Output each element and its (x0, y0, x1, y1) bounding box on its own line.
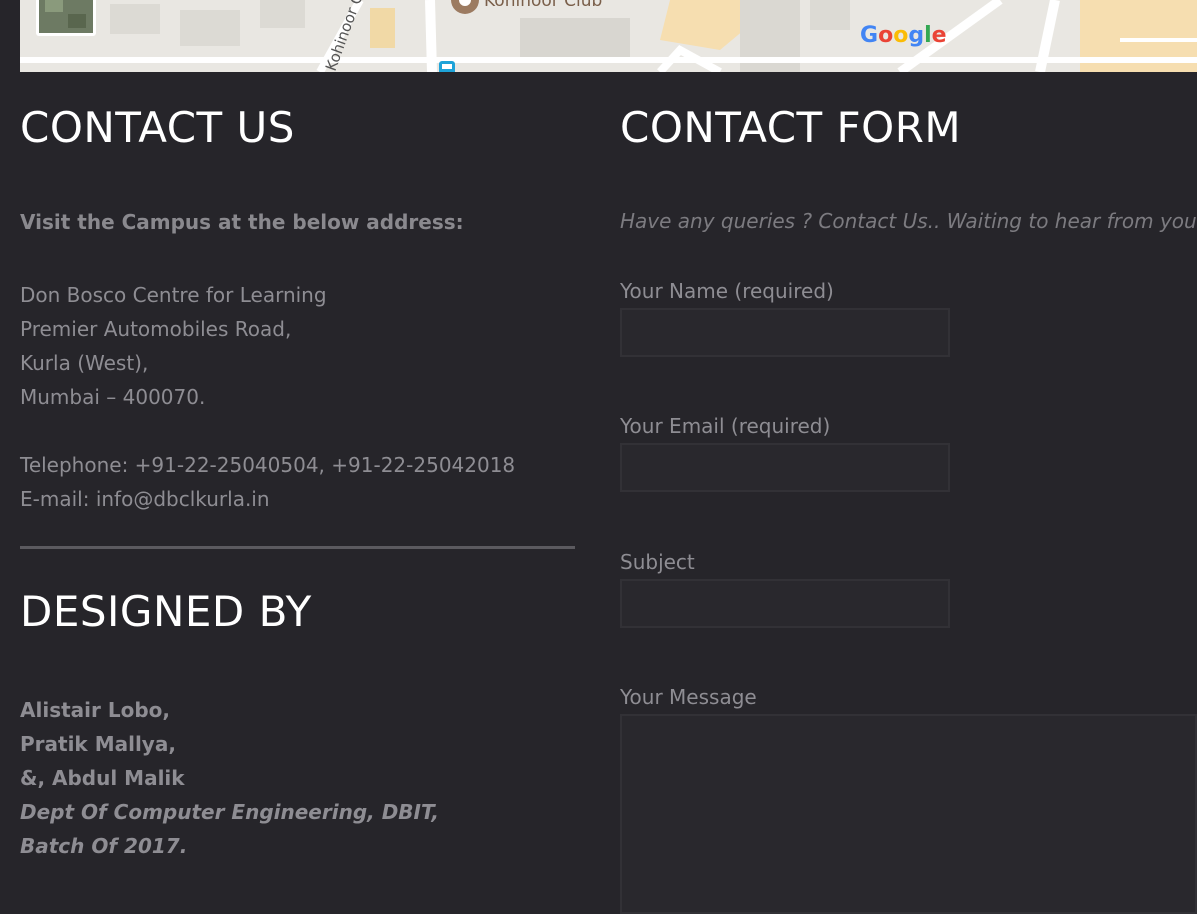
telephone-value: +91-22-25040504, +91-22-25042018 (134, 453, 516, 477)
map-embed[interactable]: Kohinoor City R Kohinoor Club Google (20, 0, 1197, 72)
email-field[interactable] (620, 443, 950, 492)
credits-block: Alistair Lobo, Pratik Mallya, &, Abdul M… (20, 693, 439, 863)
designer-name: Pratik Mallya, (20, 732, 176, 756)
footer-section: CONTACT US Visit the Campus at the below… (0, 72, 1197, 914)
address-line: Premier Automobiles Road, (20, 317, 292, 341)
address-block: Don Bosco Centre for Learning Premier Au… (20, 278, 327, 414)
telephone-label: Telephone: (20, 453, 129, 477)
designer-name: Alistair Lobo, (20, 698, 170, 722)
place-label: Kohinoor Club (484, 0, 602, 11)
designer-dept: Dept Of Computer Engineering, DBIT, (20, 800, 440, 824)
section-divider (20, 546, 575, 549)
subject-label: Subject (620, 550, 695, 574)
transit-icon[interactable] (439, 61, 455, 72)
name-field[interactable] (620, 308, 950, 357)
address-line: Don Bosco Centre for Learning (20, 283, 327, 307)
designer-name: &, Abdul Malik (20, 766, 185, 790)
email-link[interactable]: info@dbclkurla.in (96, 487, 270, 511)
google-logo: Google (860, 23, 947, 48)
email-label: E-mail: (20, 487, 90, 511)
telephone-line: Telephone: +91-22-25040504, +91-22-25042… (20, 448, 515, 482)
form-intro: Have any queries ? Contact Us.. Waiting … (620, 209, 1197, 233)
name-label: Your Name (required) (620, 279, 834, 303)
message-field[interactable] (620, 714, 1197, 914)
designer-batch: Batch Of 2017. (20, 834, 188, 858)
contact-heading: CONTACT US (20, 103, 295, 152)
message-label: Your Message (620, 685, 757, 709)
address-line: Mumbai – 400070. (20, 385, 206, 409)
address-line: Kurla (West), (20, 351, 149, 375)
satellite-toggle[interactable] (36, 0, 96, 36)
contact-form-heading: CONTACT FORM (620, 103, 962, 152)
campus-intro: Visit the Campus at the below address: (20, 210, 464, 234)
contact-details: Telephone: +91-22-25040504, +91-22-25042… (20, 448, 515, 516)
map-canvas: Kohinoor City R Kohinoor Club Google (20, 0, 1197, 72)
designed-by-heading: DESIGNED BY (20, 587, 312, 636)
email-label: Your Email (required) (620, 414, 831, 438)
email-line: E-mail: info@dbclkurla.in (20, 482, 515, 516)
subject-field[interactable] (620, 579, 950, 628)
